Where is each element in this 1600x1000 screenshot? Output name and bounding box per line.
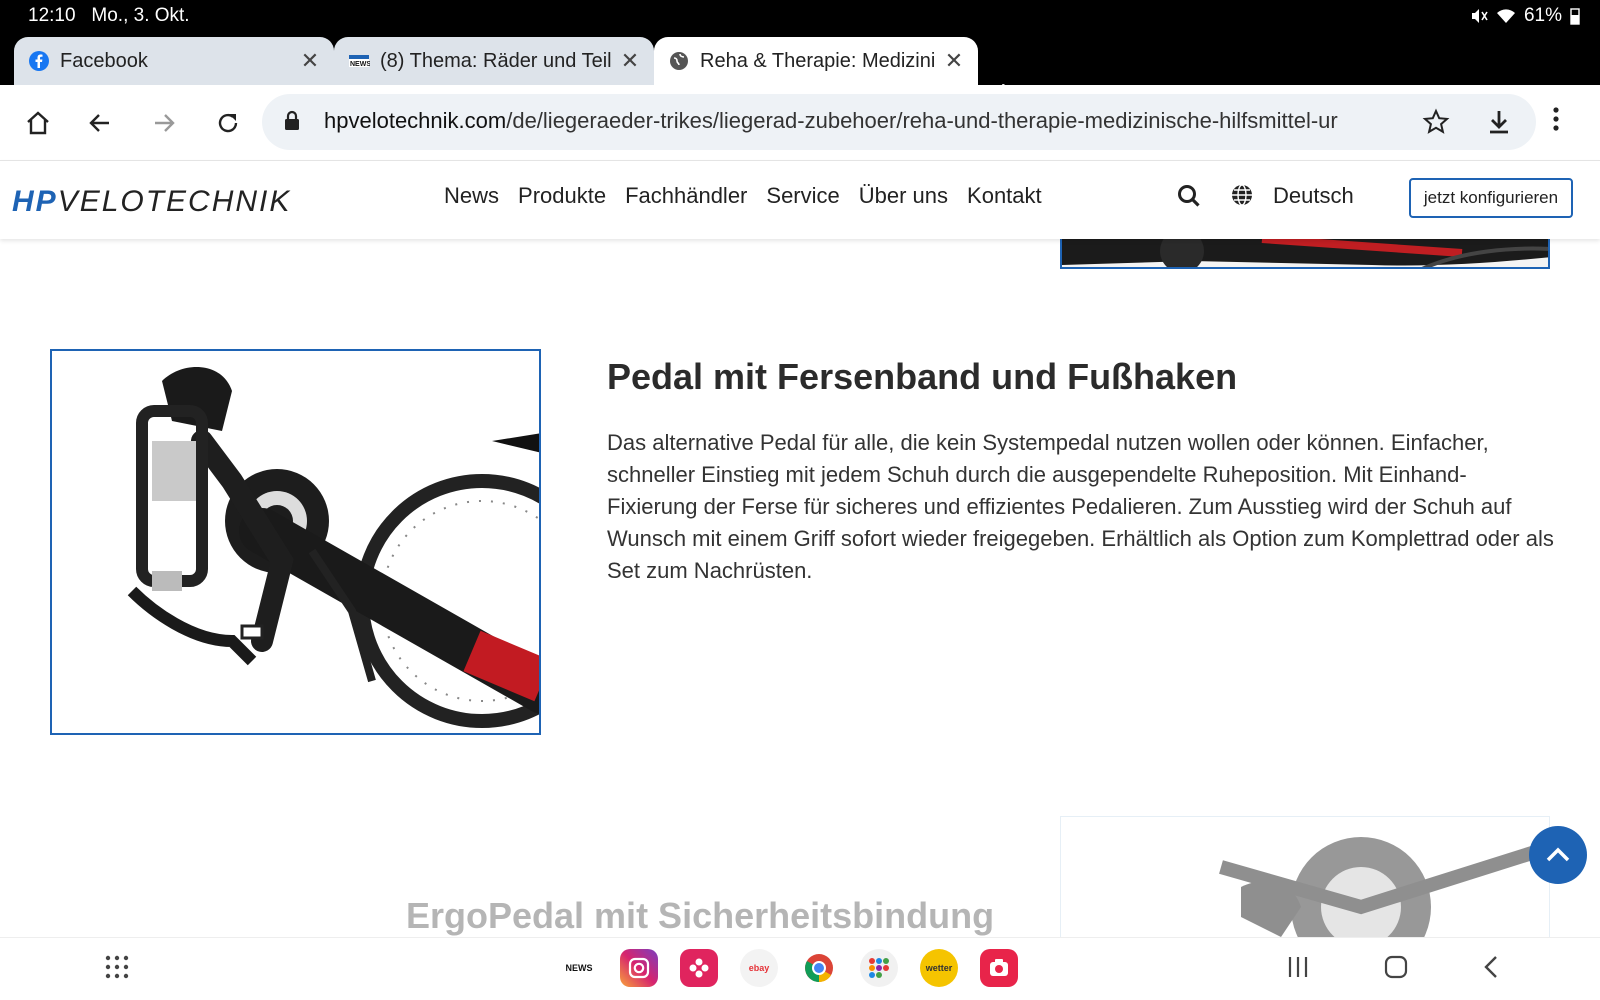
wetter-app-icon[interactable]: wetter bbox=[920, 949, 958, 987]
language-globe[interactable] bbox=[1230, 183, 1254, 212]
tab-strip: Facebook ✕ NEWS (8) Thema: Räder und Tei… bbox=[0, 32, 1600, 110]
page-content: Pedal mit Fersenband und Fußhaken Das al… bbox=[0, 239, 1600, 937]
globe-icon bbox=[1232, 184, 1252, 206]
close-icon[interactable]: ✕ bbox=[620, 48, 640, 74]
nav-service[interactable]: Service bbox=[766, 183, 839, 209]
folder-app-icon[interactable] bbox=[860, 949, 898, 987]
apps-grid-icon bbox=[105, 955, 129, 979]
reload-icon bbox=[218, 113, 238, 133]
language-select[interactable]: Deutsch bbox=[1273, 183, 1354, 209]
close-icon[interactable]: ✕ bbox=[300, 48, 320, 74]
next-product-title: ErgoPedal mit Sicherheitsbindung bbox=[406, 895, 995, 936]
browser-menu-button[interactable] bbox=[1552, 105, 1560, 138]
radnews-app-icon[interactable]: NEWS bbox=[560, 949, 598, 987]
next-product-image bbox=[1060, 816, 1550, 937]
home-icon bbox=[27, 111, 49, 135]
app-dock: NEWS ebay wetter bbox=[560, 949, 1018, 987]
close-icon[interactable]: ✕ bbox=[944, 48, 964, 74]
nav-kontakt[interactable]: Kontakt bbox=[967, 183, 1042, 209]
back-button[interactable] bbox=[80, 103, 120, 143]
scroll-to-top-button[interactable] bbox=[1529, 826, 1587, 884]
nav-fachhaendler[interactable]: Fachhändler bbox=[625, 183, 747, 209]
radnews-icon: NEWS bbox=[349, 55, 370, 68]
nav-produkte[interactable]: Produkte bbox=[518, 183, 606, 209]
chevron-up-icon bbox=[1546, 847, 1570, 862]
forward-button[interactable] bbox=[144, 103, 184, 143]
ebay-app-icon[interactable]: ebay bbox=[740, 949, 778, 987]
site-header: HPVELOTECHNIK News Produkte Fachhändler … bbox=[0, 161, 1600, 239]
chrome-app-icon[interactable] bbox=[800, 949, 838, 987]
status-icons: 61% bbox=[1470, 5, 1580, 27]
home-nav-button[interactable] bbox=[1383, 954, 1409, 985]
product-description: Das alternative Pedal für alle, die kein… bbox=[607, 430, 1554, 583]
recents-button[interactable] bbox=[1286, 954, 1310, 985]
bookmark-star-icon bbox=[1422, 108, 1450, 134]
globe-favicon-icon bbox=[670, 52, 688, 70]
tab-facebook[interactable]: Facebook ✕ bbox=[14, 37, 334, 85]
tab-reha[interactable]: Reha & Therapie: Medizinische ✕ bbox=[654, 37, 978, 85]
reload-button[interactable] bbox=[208, 103, 248, 143]
url-text[interactable]: hpvelotechnik.com/de/liegeraeder-trikes/… bbox=[324, 108, 1394, 134]
status-time: 12:10 Mo., 3. Okt. bbox=[28, 5, 190, 26]
blossom-app-icon[interactable] bbox=[680, 949, 718, 987]
instagram-app-icon[interactable] bbox=[620, 949, 658, 987]
download-icon bbox=[1490, 111, 1508, 134]
tab-forum[interactable]: NEWS (8) Thema: Räder und Teile ✕ bbox=[334, 37, 654, 85]
battery-icon bbox=[1570, 8, 1580, 25]
recents-icon bbox=[1288, 957, 1308, 977]
home-button[interactable] bbox=[18, 103, 58, 143]
nav-news[interactable]: News bbox=[444, 183, 499, 209]
product-title: Pedal mit Fersenband und Fußhaken bbox=[607, 356, 1238, 397]
status-bar: 12:10 Mo., 3. Okt. 61% bbox=[0, 0, 1600, 32]
back-chevron-icon bbox=[1484, 956, 1497, 978]
address-bar[interactable]: hpvelotechnik.com/de/liegeraeder-trikes/… bbox=[262, 94, 1536, 150]
battery-percent: 61% bbox=[1523, 5, 1562, 26]
product-image-pedal bbox=[50, 349, 541, 735]
arrow-right-icon bbox=[155, 114, 175, 132]
search-icon bbox=[1178, 185, 1200, 207]
wifi-icon bbox=[1496, 9, 1515, 23]
camera-app-icon[interactable] bbox=[980, 949, 1018, 987]
system-navbar: NEWS ebay wetter bbox=[0, 937, 1600, 1000]
browser-toolbar: hpvelotechnik.com/de/liegeraeder-trikes/… bbox=[0, 85, 1600, 161]
configure-button[interactable]: jetzt konfigurieren bbox=[1409, 178, 1573, 218]
previous-product-image bbox=[1060, 239, 1550, 269]
lock-icon bbox=[285, 110, 299, 130]
more-vert-icon bbox=[1553, 107, 1559, 131]
home-square-icon bbox=[1384, 955, 1408, 979]
site-logo[interactable]: HPVELOTECHNIK bbox=[12, 185, 291, 219]
nav-ueber-uns[interactable]: Über uns bbox=[859, 183, 948, 209]
mute-icon bbox=[1471, 9, 1488, 23]
app-drawer-button[interactable] bbox=[104, 954, 130, 985]
site-search-button[interactable] bbox=[1176, 183, 1202, 214]
facebook-icon bbox=[29, 51, 49, 71]
back-nav-button[interactable] bbox=[1482, 954, 1500, 985]
main-nav: News Produkte Fachhändler Service Über u… bbox=[444, 183, 1042, 209]
svg-text:NEWS: NEWS bbox=[350, 61, 370, 68]
arrow-left-icon bbox=[89, 114, 109, 132]
